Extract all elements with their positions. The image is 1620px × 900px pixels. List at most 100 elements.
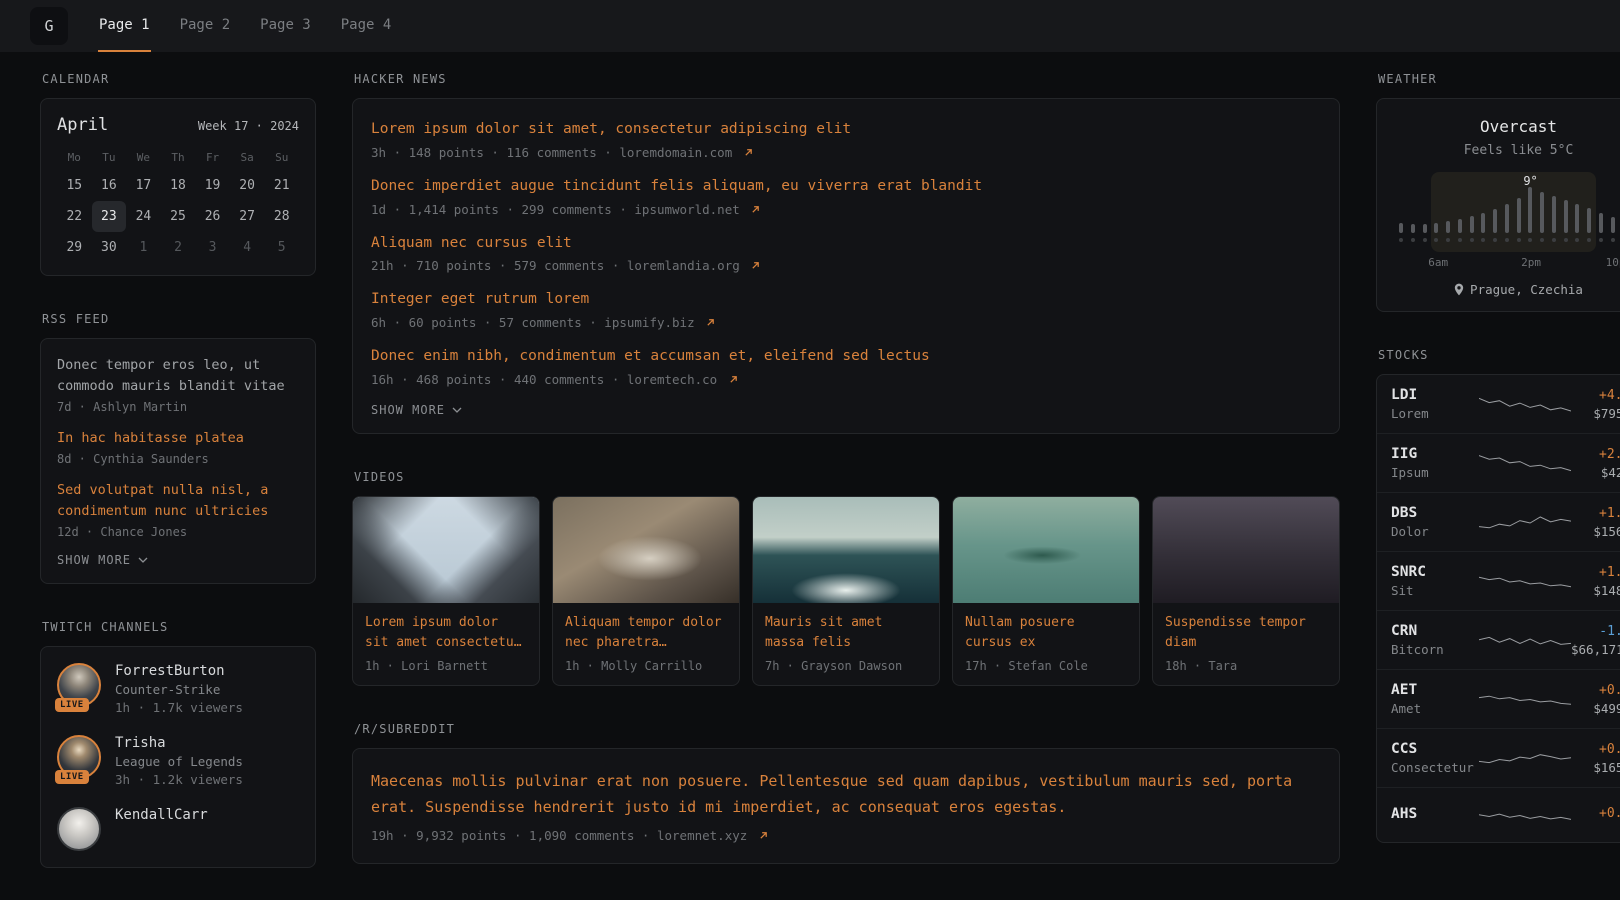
- rss-item-title[interactable]: Donec tempor eros leo, ut commodo mauris…: [57, 355, 299, 397]
- hackernews-item-title[interactable]: Donec enim nibh, condimentum et accumsan…: [371, 346, 1321, 368]
- hackernews-item-title[interactable]: Lorem ipsum dolor sit amet, consectetur …: [371, 119, 1321, 141]
- stock-symbol: IIG: [1391, 446, 1479, 462]
- weather-bar-slot: [1528, 187, 1532, 242]
- calendar-day-header: Su: [264, 151, 299, 170]
- video-card[interactable]: Aliquam tempor dolor nec pharetra… 1h · …: [552, 496, 740, 686]
- calendar-widget: CALENDAR April Week 17 · 2024 MoTuWeThFr…: [40, 72, 316, 276]
- subreddit-post-meta: 19h · 9,932 points · 1,090 comments · lo…: [371, 828, 1321, 843]
- hackernews-items: Lorem ipsum dolor sit amet, consectetur …: [371, 119, 1321, 387]
- stock-row[interactable]: CCS Consectetur +0.51% $165.84: [1377, 728, 1620, 787]
- weather-bar-slot: [1587, 208, 1591, 242]
- stock-sparkline: [1479, 566, 1571, 596]
- stock-row[interactable]: AET Amet +0.92% $499.72: [1377, 669, 1620, 728]
- channel-game: Counter-Strike: [115, 682, 243, 697]
- video-meta: 7h · Grayson Dawson: [765, 659, 927, 673]
- page-tab[interactable]: Page 1: [98, 0, 151, 52]
- weather-section-title: WEATHER: [1378, 72, 1620, 86]
- stock-change: +4.35%: [1593, 388, 1620, 403]
- subreddit-post-title[interactable]: Maecenas mollis pulvinar erat non posuer…: [371, 769, 1321, 820]
- hackernews-widget: HACKER NEWS Lorem ipsum dolor sit amet, …: [352, 72, 1340, 434]
- calendar-days-grid: 1516171819202122232425262728293012345: [57, 170, 299, 263]
- weather-bar-dot: [1575, 238, 1579, 242]
- twitch-channel[interactable]: LIVE Trisha League of Legends 3h · 1.2k …: [57, 735, 299, 787]
- weather-bar-dot: [1517, 238, 1521, 242]
- hackernews-item-meta: 6h · 60 points · 57 comments · ipsumify.…: [371, 315, 1321, 330]
- video-card[interactable]: Suspendisse tempor diam 18h · Tara: [1152, 496, 1340, 686]
- stock-symbol: CRN: [1391, 623, 1479, 639]
- subreddit-post-meta-text: 19h · 9,932 points · 1,090 comments · lo…: [371, 828, 747, 843]
- stock-row[interactable]: IIG Ipsum +2.84% $42.04: [1377, 433, 1620, 492]
- twitch-channel[interactable]: LIVE ForrestBurton Counter-Strike 1h · 1…: [57, 663, 299, 715]
- stock-row[interactable]: SNRC Sit +1.36% $148.64: [1377, 551, 1620, 610]
- stock-row[interactable]: AHS +0.46%: [1377, 787, 1620, 842]
- twitch-channel[interactable]: KendallCarr: [57, 807, 299, 851]
- external-link-icon: [744, 145, 753, 160]
- video-card[interactable]: Lorem ipsum dolor sit amet consectetu… 1…: [352, 496, 540, 686]
- weather-card: Overcast Feels like 5°C 9° 6am 2pm 10pm …: [1376, 98, 1620, 312]
- calendar-day-header: Th: [161, 151, 196, 170]
- weather-bar-slot: [1493, 209, 1497, 242]
- page-tab-label: Page 2: [180, 17, 231, 33]
- page-tab[interactable]: Page 2: [179, 0, 232, 52]
- calendar-day: 29: [57, 232, 92, 263]
- hackernews-item-meta: 1d · 1,414 points · 299 comments · ipsum…: [371, 202, 1321, 217]
- stock-change: +1.36%: [1593, 565, 1620, 580]
- calendar-day-header: Mo: [57, 151, 92, 170]
- sparkline-path: [1479, 398, 1571, 411]
- weather-bar-slot: [1470, 216, 1474, 242]
- weather-location: Prague, Czechia: [1393, 282, 1620, 297]
- stock-row[interactable]: DBS Dolor +1.42% $156.28: [1377, 492, 1620, 551]
- page-tab[interactable]: Page 4: [340, 0, 393, 52]
- hackernews-show-more-button[interactable]: SHOW MORE: [371, 403, 1321, 417]
- hackernews-item-title[interactable]: Aliquam nec cursus elit: [371, 233, 1321, 255]
- hackernews-item-title[interactable]: Donec imperdiet augue tincidunt felis al…: [371, 176, 1321, 198]
- stock-values: +4.35% $795.18: [1593, 388, 1620, 421]
- twitch-widget: TWITCH CHANNELS LIVE ForrestBurton Count…: [40, 620, 316, 868]
- calendar-section-title: CALENDAR: [42, 72, 316, 86]
- stock-values: +1.42% $156.28: [1593, 506, 1620, 539]
- calendar-day: 22: [57, 201, 92, 232]
- video-meta: 1h · Molly Carrillo: [565, 659, 727, 673]
- hackernews-item-meta-text: 21h · 710 points · 579 comments · loreml…: [371, 258, 740, 273]
- hackernews-item-title[interactable]: Integer eget rutrum lorem: [371, 289, 1321, 311]
- rss-item-title[interactable]: Sed volutpat nulla nisl, a condimentum n…: [57, 480, 299, 522]
- stock-values: +2.84% $42.04: [1599, 447, 1620, 480]
- stock-row[interactable]: CRN Bitcorn -1.00% $66,171.48: [1377, 610, 1620, 669]
- page-tab[interactable]: Page 3: [259, 0, 312, 52]
- weather-bar-slot: [1399, 223, 1403, 242]
- stock-values: +1.36% $148.64: [1593, 565, 1620, 598]
- weather-bar-dot: [1587, 238, 1591, 242]
- channel-game: League of Legends: [115, 754, 243, 769]
- hackernews-item-meta: 21h · 710 points · 579 comments · loreml…: [371, 258, 1321, 273]
- rss-show-more-button[interactable]: SHOW MORE: [57, 553, 299, 567]
- topbar: G Page 1 Page 2 Page 3 Page 4: [0, 0, 1620, 52]
- video-meta: 18h · Tara: [1165, 659, 1327, 673]
- hackernews-item-meta-text: 3h · 148 points · 116 comments · loremdo…: [371, 145, 732, 160]
- weather-bar: [1505, 204, 1509, 233]
- weather-bar-slot: [1611, 217, 1615, 242]
- channel-name: KendallCarr: [115, 807, 208, 823]
- weather-bar-slot: [1458, 219, 1462, 242]
- time-label: 2pm: [1521, 256, 1541, 269]
- rss-item-title[interactable]: In hac habitasse platea: [57, 428, 299, 449]
- stock-identity: CRN Bitcorn: [1391, 623, 1479, 657]
- video-card[interactable]: Nullam posuere cursus ex 17h · Stefan Co…: [952, 496, 1140, 686]
- weather-bar-dot: [1564, 238, 1568, 242]
- video-card[interactable]: Mauris sit amet massa felis 7h · Grayson…: [752, 496, 940, 686]
- weather-bar: [1540, 192, 1544, 233]
- rss-item-meta: 7d · Ashlyn Martin: [57, 400, 299, 414]
- stock-sparkline: [1479, 448, 1571, 478]
- weather-bar-dot: [1552, 238, 1556, 242]
- twitch-section-title: TWITCH CHANNELS: [42, 620, 316, 634]
- avatar: [57, 807, 101, 851]
- rss-item: Sed volutpat nulla nisl, a condimentum n…: [57, 480, 299, 539]
- peak-temperature-label: 9°: [1523, 174, 1537, 188]
- external-link-icon: [759, 828, 768, 843]
- subreddit-widget: /R/SUBREDDIT Maecenas mollis pulvinar er…: [352, 722, 1340, 864]
- stock-price: $66,171.48: [1571, 642, 1620, 657]
- stock-row[interactable]: LDI Lorem +4.35% $795.18: [1377, 375, 1620, 433]
- video-info: Suspendisse tempor diam 18h · Tara: [1153, 603, 1339, 685]
- weather-bar-slot: [1481, 213, 1485, 242]
- stock-price: $795.18: [1593, 406, 1620, 421]
- calendar-day: 23: [92, 201, 127, 232]
